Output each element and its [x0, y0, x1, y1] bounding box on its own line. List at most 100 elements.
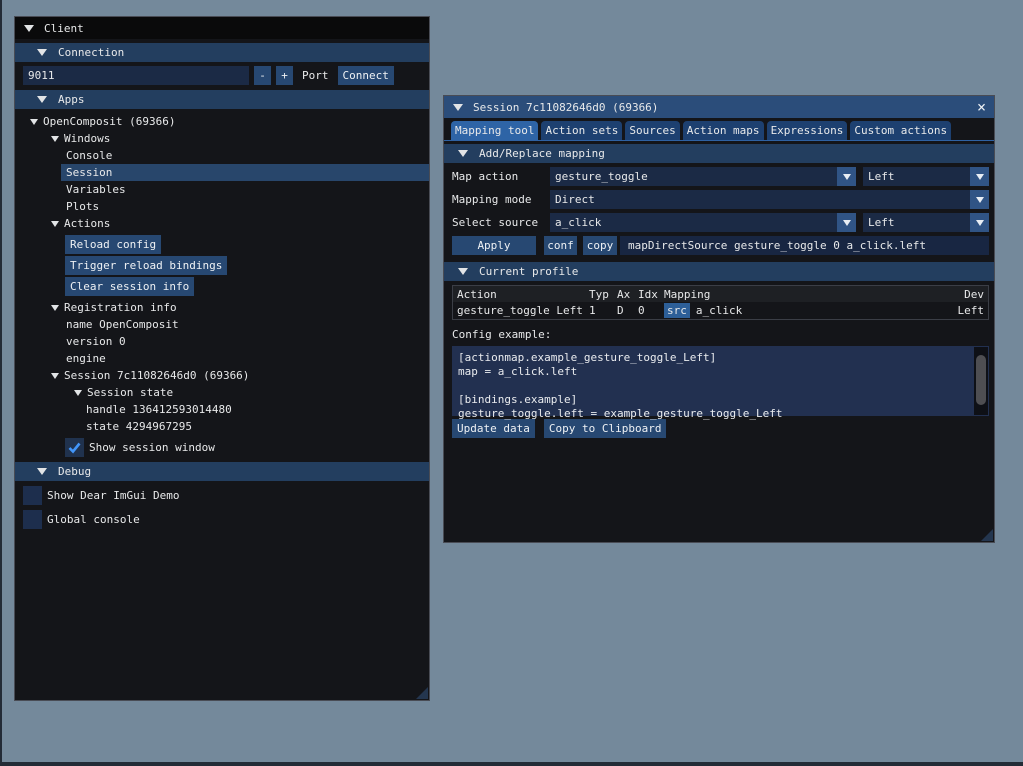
tree-item-label: Session	[66, 166, 112, 179]
apply-button[interactable]: Apply	[452, 236, 536, 255]
map-action-side-combo[interactable]: Left	[863, 167, 989, 186]
tree-item-label: Session 7c11082646d0 (69366)	[64, 369, 249, 382]
session-state-value: state 4294967295	[23, 418, 429, 435]
port-increment-button[interactable]: +	[276, 66, 293, 85]
current-profile-header[interactable]: Current profile	[444, 262, 994, 281]
show-session-window-checkbox[interactable]: Show session window	[65, 438, 429, 457]
dropdown-arrow-icon[interactable]	[837, 213, 856, 232]
window-collapse-icon[interactable]	[453, 104, 463, 111]
clear-session-info-button[interactable]: Clear session info	[65, 277, 194, 296]
registration-version: version 0	[23, 333, 429, 350]
conf-button[interactable]: conf	[544, 236, 577, 255]
apps-header[interactable]: Apps	[15, 90, 429, 109]
port-input[interactable]: 9011	[23, 66, 249, 85]
tree-expand-icon[interactable]	[51, 305, 59, 311]
col-action: Action	[457, 288, 589, 301]
reload-config-button[interactable]: Reload config	[65, 235, 161, 254]
tree-expand-icon[interactable]	[51, 373, 59, 379]
dropdown-arrow-icon[interactable]	[970, 213, 989, 232]
window-title: Session 7c11082646d0 (69366)	[473, 101, 658, 114]
debug-header[interactable]: Debug	[15, 462, 429, 481]
session-window: Session 7c11082646d0 (69366) × Mapping t…	[443, 95, 995, 543]
cell-idx: 0	[638, 304, 664, 317]
checkbox-label: Global console	[47, 513, 140, 526]
copy-to-clipboard-button[interactable]: Copy to Clipboard	[544, 419, 667, 438]
tree-item-plots[interactable]: Plots	[23, 198, 429, 215]
dropdown-arrow-icon[interactable]	[970, 190, 989, 209]
select-source-combo[interactable]: a_click	[550, 213, 856, 232]
tab-custom-actions[interactable]: Custom actions	[850, 121, 951, 140]
connection-header[interactable]: Connection	[15, 43, 429, 62]
tree-item-variables[interactable]: Variables	[23, 181, 429, 198]
client-titlebar[interactable]: Client	[15, 17, 429, 39]
tree-item-label: Console	[66, 149, 112, 162]
dropdown-arrow-icon[interactable]	[970, 167, 989, 186]
col-typ: Typ	[589, 288, 617, 301]
checkbox-box[interactable]	[23, 510, 42, 529]
src-button[interactable]: src	[664, 303, 690, 318]
trigger-reload-bindings-button[interactable]: Trigger reload bindings	[65, 256, 227, 275]
update-data-button[interactable]: Update data	[452, 419, 535, 438]
current-profile-label: Current profile	[479, 265, 578, 278]
config-example-textarea[interactable]: [actionmap.example_gesture_toggle_Left] …	[452, 346, 989, 416]
tab-mapping-tool[interactable]: Mapping tool	[451, 121, 538, 140]
tree-expand-icon[interactable]	[74, 390, 82, 396]
tree-item-session[interactable]: Session	[61, 164, 429, 181]
checkbox-box[interactable]	[23, 486, 42, 505]
checkbox-box[interactable]	[65, 438, 84, 457]
mapping-mode-combo[interactable]: Direct	[550, 190, 989, 209]
tree-expand-icon[interactable]	[30, 119, 38, 125]
tree-item-opencomposit[interactable]: OpenComposit (69366)	[23, 113, 429, 130]
combo-value: gesture_toggle	[550, 170, 837, 183]
tab-action-sets[interactable]: Action sets	[541, 121, 622, 140]
tree-item-session-state[interactable]: Session state	[23, 384, 429, 401]
scrollbar[interactable]	[974, 347, 988, 415]
map-action-combo[interactable]: gesture_toggle	[550, 167, 856, 186]
tree-item-actions[interactable]: Actions	[23, 215, 429, 232]
global-console-checkbox[interactable]: Global console	[23, 510, 429, 529]
show-imgui-demo-checkbox[interactable]: Show Dear ImGui Demo	[23, 486, 429, 505]
session-handle: handle 136412593014480	[23, 401, 429, 418]
resize-grip-icon[interactable]	[416, 687, 428, 699]
tree-expand-icon[interactable]	[51, 136, 59, 142]
cell-mapping: a_click	[696, 304, 742, 317]
connect-button[interactable]: Connect	[338, 66, 394, 85]
combo-value: Left	[863, 216, 970, 229]
tree-item-registration-info[interactable]: Registration info	[23, 299, 429, 316]
copy-button[interactable]: copy	[583, 236, 617, 255]
col-dev: Dev	[939, 288, 984, 301]
debug-header-label: Debug	[58, 465, 91, 478]
tree-item-windows[interactable]: Windows	[23, 130, 429, 147]
dropdown-arrow-icon[interactable]	[837, 167, 856, 186]
scrollbar-thumb[interactable]	[976, 355, 986, 405]
session-titlebar[interactable]: Session 7c11082646d0 (69366) ×	[444, 96, 994, 118]
combo-value: Direct	[550, 193, 970, 206]
tab-expressions[interactable]: Expressions	[767, 121, 848, 140]
mapping-mode-label: Mapping mode	[452, 193, 550, 206]
config-example-label: Config example:	[452, 328, 989, 342]
checkbox-label: Show session window	[89, 441, 215, 454]
port-decrement-button[interactable]: -	[254, 66, 271, 85]
session-tabbar: Mapping tool Action sets Sources Action …	[444, 118, 994, 141]
close-icon[interactable]: ×	[977, 96, 986, 118]
resize-grip-icon[interactable]	[981, 529, 993, 541]
tree-item-label: Session state	[87, 386, 173, 399]
tree-item-console[interactable]: Console	[23, 147, 429, 164]
command-preview-field[interactable]: mapDirectSource gesture_toggle 0 a_click…	[620, 236, 989, 255]
collapse-arrow-icon	[37, 49, 47, 56]
check-icon	[67, 440, 82, 455]
add-replace-mapping-header[interactable]: Add/Replace mapping	[444, 144, 994, 163]
window-collapse-icon[interactable]	[24, 25, 34, 32]
select-source-label: Select source	[452, 216, 550, 229]
window-title: Client	[44, 22, 84, 35]
port-label: Port	[302, 69, 329, 82]
combo-value: a_click	[550, 216, 837, 229]
tab-sources[interactable]: Sources	[625, 121, 679, 140]
tree-item-session-node[interactable]: Session 7c11082646d0 (69366)	[23, 367, 429, 384]
tab-action-maps[interactable]: Action maps	[683, 121, 764, 140]
cell-action: gesture_toggle Left	[457, 304, 589, 317]
session-handle-text: handle 136412593014480	[86, 403, 232, 416]
select-source-side-combo[interactable]: Left	[863, 213, 989, 232]
tree-expand-icon[interactable]	[51, 221, 59, 227]
tree-item-label: Plots	[66, 200, 99, 213]
